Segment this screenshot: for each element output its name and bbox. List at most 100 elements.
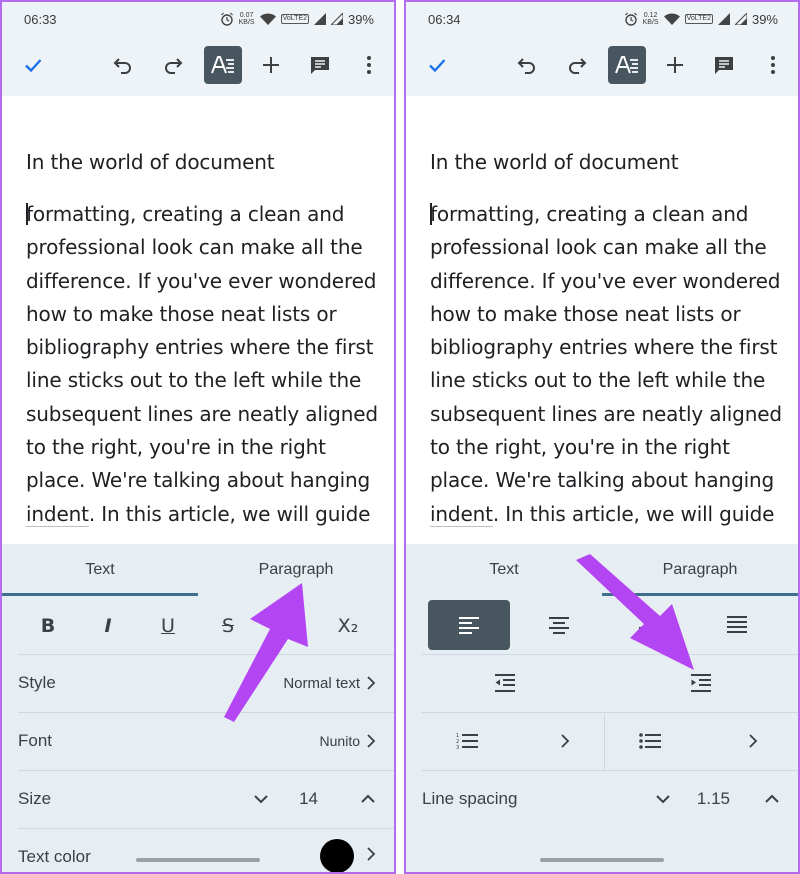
right-screenshot: 06:34 0.12 KB/S VoLTE2 39% In the world … [404,0,800,874]
tab-text[interactable]: Text [2,544,198,596]
align-center-button[interactable] [518,600,600,650]
underline-button[interactable]: U [148,606,188,646]
line-spacing-row: Line spacing 1.15 [406,771,798,827]
subscript-button[interactable]: X₂ [328,606,368,646]
increase-indent-button[interactable] [660,658,742,708]
status-time: 06:34 [428,11,461,27]
done-check-button[interactable] [14,46,52,84]
editor-toolbar [2,36,394,96]
volte-badge: VoLTE2 [280,14,309,24]
signal-icon [717,13,730,25]
line-spacing-value: 1.15 [696,789,730,808]
text-format-icon [615,56,638,74]
chevron-right-icon [561,734,570,748]
divider [422,654,798,655]
insert-plus-button[interactable] [656,46,694,84]
chevron-right-icon [749,734,758,748]
text-format-button[interactable] [204,46,242,84]
size-row: Size 14 [2,771,394,827]
comment-icon [715,57,733,74]
justify-button[interactable] [696,600,778,650]
line-spacing-label: Line spacing [422,789,518,808]
bulleted-list-row[interactable] [605,713,798,769]
undo-button[interactable] [104,46,142,84]
comment-button[interactable] [705,46,743,84]
align-left-icon [459,617,479,634]
wifi-icon [259,13,276,25]
home-indicator[interactable] [540,858,664,862]
chevron-down-icon[interactable] [253,794,269,804]
comment-icon [311,57,329,74]
home-indicator[interactable] [136,858,260,862]
undo-icon [113,58,131,74]
text-color-row[interactable]: Text color [2,829,394,872]
italic-button[interactable]: I [88,606,128,646]
wifi-icon [663,13,680,25]
tab-text[interactable]: Text [406,544,602,596]
decrease-indent-button[interactable] [464,658,546,708]
alarm-icon [624,12,637,26]
font-row[interactable]: Font Nunito [2,713,394,769]
align-center-icon [549,617,569,634]
svg-text:3: 3 [456,745,459,750]
superscript-button[interactable]: ² [272,606,312,646]
text-style-buttons: B I U S ² X₂ [2,598,394,654]
strikethrough-button[interactable]: S [208,606,248,646]
align-justify-icon [727,616,747,633]
bold-button[interactable]: B [28,606,68,646]
chevron-right-icon [367,847,376,861]
undo-button[interactable] [508,46,546,84]
status-bar: 06:33 0.07 KB/S VoLTE2 39% [2,2,394,36]
size-label: Size [18,789,52,808]
more-options-button[interactable] [754,46,792,84]
signal-icon [734,13,747,25]
text-color-label: Text color [18,847,91,866]
font-value: Nunito [319,733,360,749]
spell-underline-word: indent [430,501,493,527]
signal-icon [330,13,343,25]
style-row[interactable]: Style Normal text [2,655,394,711]
align-right-button[interactable] [608,600,690,650]
comment-button[interactable] [301,46,339,84]
font-label: Font [18,731,53,750]
format-panel: Text Paragraph 123 Line spacing 1.15 [406,544,798,872]
document-paragraph: In the world of document [26,150,275,174]
size-value: 14 [299,789,318,808]
align-right-icon [639,617,659,634]
numbered-list-row[interactable]: 123 [406,713,604,769]
style-label: Style [18,673,56,692]
document-body[interactable]: In the world of document formatting, cre… [2,96,394,548]
spell-underline-word: indent [26,501,89,527]
check-icon [25,59,42,73]
more-options-button[interactable] [350,46,388,84]
active-tab-indicator [602,593,798,596]
redo-button[interactable] [558,46,596,84]
numbered-list-icon: 123 [456,733,478,750]
tab-paragraph[interactable]: Paragraph [198,544,394,596]
redo-icon [569,58,587,74]
chevron-up-icon[interactable] [360,794,376,804]
battery-percent: 39% [751,11,778,27]
redo-button[interactable] [154,46,192,84]
network-speed: 0.12 KB/S [642,12,659,26]
battery-percent: 39% [347,11,374,27]
align-left-button[interactable] [428,600,510,650]
editor-toolbar [406,36,798,96]
undo-icon [517,58,535,74]
more-vert-icon [771,56,775,74]
chevron-down-icon[interactable] [655,794,671,804]
status-bar: 06:34 0.12 KB/S VoLTE2 39% [406,2,798,36]
insert-plus-button[interactable] [252,46,290,84]
document-body[interactable]: In the world of document formatting, cre… [406,96,798,548]
bulleted-list-icon [639,733,661,749]
document-paragraph: formatting, creating a clean and profess… [430,202,782,527]
text-format-icon [211,56,234,74]
text-format-button[interactable] [608,46,646,84]
volte-badge: VoLTE2 [684,14,713,24]
document-paragraph: formatting, creating a clean and profess… [26,202,378,527]
chevron-up-icon[interactable] [764,794,780,804]
indent-increase-icon [691,674,711,692]
color-swatch[interactable] [320,839,354,872]
done-check-button[interactable] [418,46,456,84]
tab-paragraph[interactable]: Paragraph [602,544,798,596]
